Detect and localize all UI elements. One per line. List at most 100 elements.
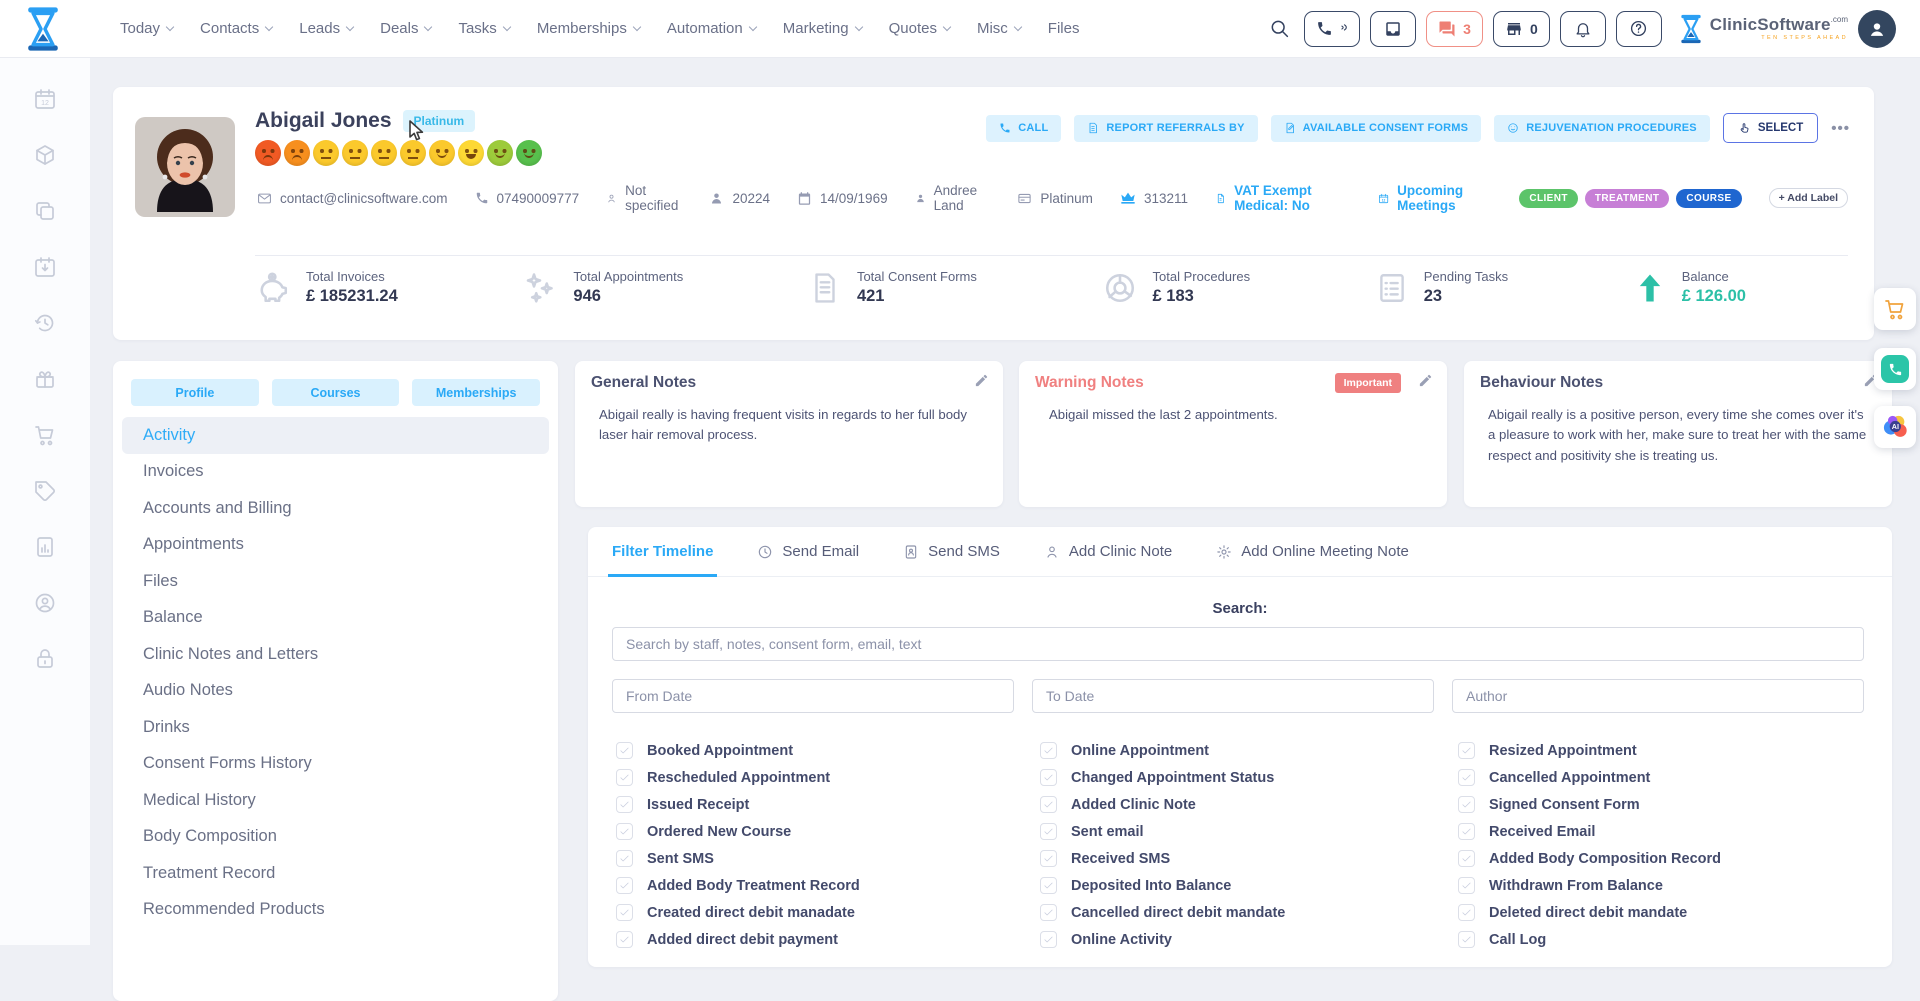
to-date-input[interactable] [1032, 679, 1434, 713]
mood-face-icon[interactable] [400, 140, 426, 166]
checkbox-icon[interactable] [616, 877, 633, 894]
section-menu-item[interactable]: Treatment Record [122, 855, 549, 892]
gift-icon[interactable] [0, 351, 90, 407]
tab-send-email[interactable]: Send Email [757, 527, 859, 576]
filter-checkbox-item[interactable]: Cancelled Appointment [1458, 764, 1892, 791]
phone-button[interactable] [1304, 11, 1360, 47]
mood-face-icon[interactable] [284, 140, 310, 166]
profile-tab[interactable]: Memberships [412, 379, 540, 406]
filter-checkbox-item[interactable]: Added Body Composition Record [1458, 845, 1892, 872]
section-menu-item[interactable]: Recommended Products [122, 892, 549, 929]
filter-checkbox-item[interactable]: Booked Appointment [616, 737, 1040, 764]
nav-item[interactable]: Marketing [783, 20, 862, 37]
filter-checkbox-item[interactable]: Cancelled direct debit mandate [1040, 899, 1458, 926]
profile-tab[interactable]: Courses [272, 379, 400, 406]
cart-icon[interactable] [0, 407, 90, 463]
filter-checkbox-item[interactable]: Received Email [1458, 818, 1892, 845]
call-button[interactable]: CALL [986, 115, 1061, 142]
inbox-button[interactable] [1370, 11, 1416, 47]
filter-checkbox-item[interactable]: Resized Appointment [1458, 737, 1892, 764]
edit-pencil-icon[interactable] [1418, 373, 1433, 388]
checkbox-icon[interactable] [1040, 823, 1057, 840]
checkbox-icon[interactable] [1458, 769, 1475, 786]
nav-item[interactable]: Leads [299, 20, 353, 37]
filter-checkbox-item[interactable]: Created direct debit manadate [616, 899, 1040, 926]
filter-checkbox-item[interactable]: Withdrawn From Balance [1458, 872, 1892, 899]
client-label-pill[interactable]: TREATMENT [1585, 189, 1670, 208]
nav-item[interactable]: Deals [380, 20, 431, 37]
section-menu-item[interactable]: Medical History [122, 782, 549, 819]
section-menu-item[interactable]: Body Composition [122, 819, 549, 856]
floating-ai-button[interactable]: AI [1874, 406, 1916, 448]
checkbox-icon[interactable] [616, 904, 633, 921]
upcoming-meetings-link[interactable]: 12 Upcoming Meetings [1378, 183, 1492, 213]
filter-checkbox-item[interactable]: Call Log [1458, 926, 1892, 953]
available-consent-forms-button[interactable]: AVAILABLE CONSENT FORMS [1271, 115, 1482, 142]
section-menu-item[interactable]: Audio Notes [122, 673, 549, 710]
section-menu-item[interactable]: Drinks [122, 709, 549, 746]
filter-checkbox-item[interactable]: Added direct debit payment [616, 926, 1040, 953]
filter-checkbox-item[interactable]: Added Clinic Note [1040, 791, 1458, 818]
user-avatar[interactable] [1858, 10, 1896, 48]
checkbox-icon[interactable] [1040, 796, 1057, 813]
checkbox-icon[interactable] [1458, 850, 1475, 867]
copy-icon[interactable] [0, 183, 90, 239]
section-menu-item[interactable]: Activity [122, 417, 549, 454]
filter-checkbox-item[interactable]: Added Body Treatment Record [616, 872, 1040, 899]
checkbox-icon[interactable] [1040, 931, 1057, 948]
checkbox-icon[interactable] [616, 742, 633, 759]
notifications-button[interactable] [1560, 11, 1606, 47]
filter-checkbox-item[interactable]: Online Appointment [1040, 737, 1458, 764]
section-menu-item[interactable]: Clinic Notes and Letters [122, 636, 549, 673]
filter-checkbox-item[interactable]: Online Activity [1040, 926, 1458, 953]
checkbox-icon[interactable] [1040, 877, 1057, 894]
history-icon[interactable] [0, 295, 90, 351]
checkbox-icon[interactable] [1458, 796, 1475, 813]
checkbox-icon[interactable] [616, 850, 633, 867]
section-menu-item[interactable]: Balance [122, 600, 549, 637]
checkbox-icon[interactable] [1458, 931, 1475, 948]
section-menu-item[interactable]: Accounts and Billing [122, 490, 549, 527]
chat-button[interactable]: 3 [1426, 11, 1483, 47]
lock-icon[interactable] [0, 631, 90, 687]
filter-checkbox-item[interactable]: Deposited Into Balance [1040, 872, 1458, 899]
checkbox-icon[interactable] [616, 931, 633, 948]
email-item[interactable]: contact@clinicsoftware.com [257, 191, 448, 206]
section-menu-item[interactable]: Consent Forms History [122, 746, 549, 783]
nav-item[interactable]: Memberships [537, 20, 640, 37]
client-label-pill[interactable]: CLIENT [1519, 189, 1578, 208]
phone-item[interactable]: 07490009777 [475, 191, 580, 206]
shop-button[interactable]: 0 [1493, 11, 1550, 47]
client-photo[interactable] [135, 117, 235, 217]
timeline-search-input[interactable] [612, 627, 1864, 661]
filter-checkbox-item[interactable]: Signed Consent Form [1458, 791, 1892, 818]
author-input[interactable] [1452, 679, 1864, 713]
checkbox-icon[interactable] [1040, 904, 1057, 921]
section-menu-item[interactable]: Files [122, 563, 549, 600]
mood-face-icon[interactable] [487, 140, 513, 166]
filter-checkbox-item[interactable]: Rescheduled Appointment [616, 764, 1040, 791]
select-button[interactable]: SELECT [1723, 113, 1818, 143]
floating-cart-button[interactable] [1874, 288, 1916, 330]
checkbox-icon[interactable] [1458, 877, 1475, 894]
checkbox-icon[interactable] [1458, 823, 1475, 840]
nav-item[interactable]: Today [120, 20, 173, 37]
profile-tab[interactable]: Profile [131, 379, 259, 406]
rejuvenation-procedures-button[interactable]: REJUVENATION PROCEDURES [1494, 115, 1710, 142]
app-logo-icon[interactable] [22, 6, 64, 52]
filter-checkbox-item[interactable]: Ordered New Course [616, 818, 1040, 845]
floating-call-button[interactable] [1874, 348, 1916, 390]
checkbox-icon[interactable] [616, 796, 633, 813]
package-icon[interactable] [0, 127, 90, 183]
checkbox-icon[interactable] [616, 769, 633, 786]
nav-item[interactable]: Automation [667, 20, 756, 37]
filter-checkbox-item[interactable]: Received SMS [1040, 845, 1458, 872]
search-icon[interactable] [1265, 14, 1294, 43]
more-options-button[interactable]: ••• [1831, 120, 1850, 137]
tag-icon[interactable] [0, 463, 90, 519]
calendar-import-icon[interactable] [0, 239, 90, 295]
checkbox-icon[interactable] [1040, 769, 1057, 786]
tab-add-clinic-note[interactable]: Add Clinic Note [1044, 527, 1172, 576]
calendar-day-icon[interactable]: 12 [0, 71, 90, 127]
filter-checkbox-item[interactable]: Changed Appointment Status [1040, 764, 1458, 791]
